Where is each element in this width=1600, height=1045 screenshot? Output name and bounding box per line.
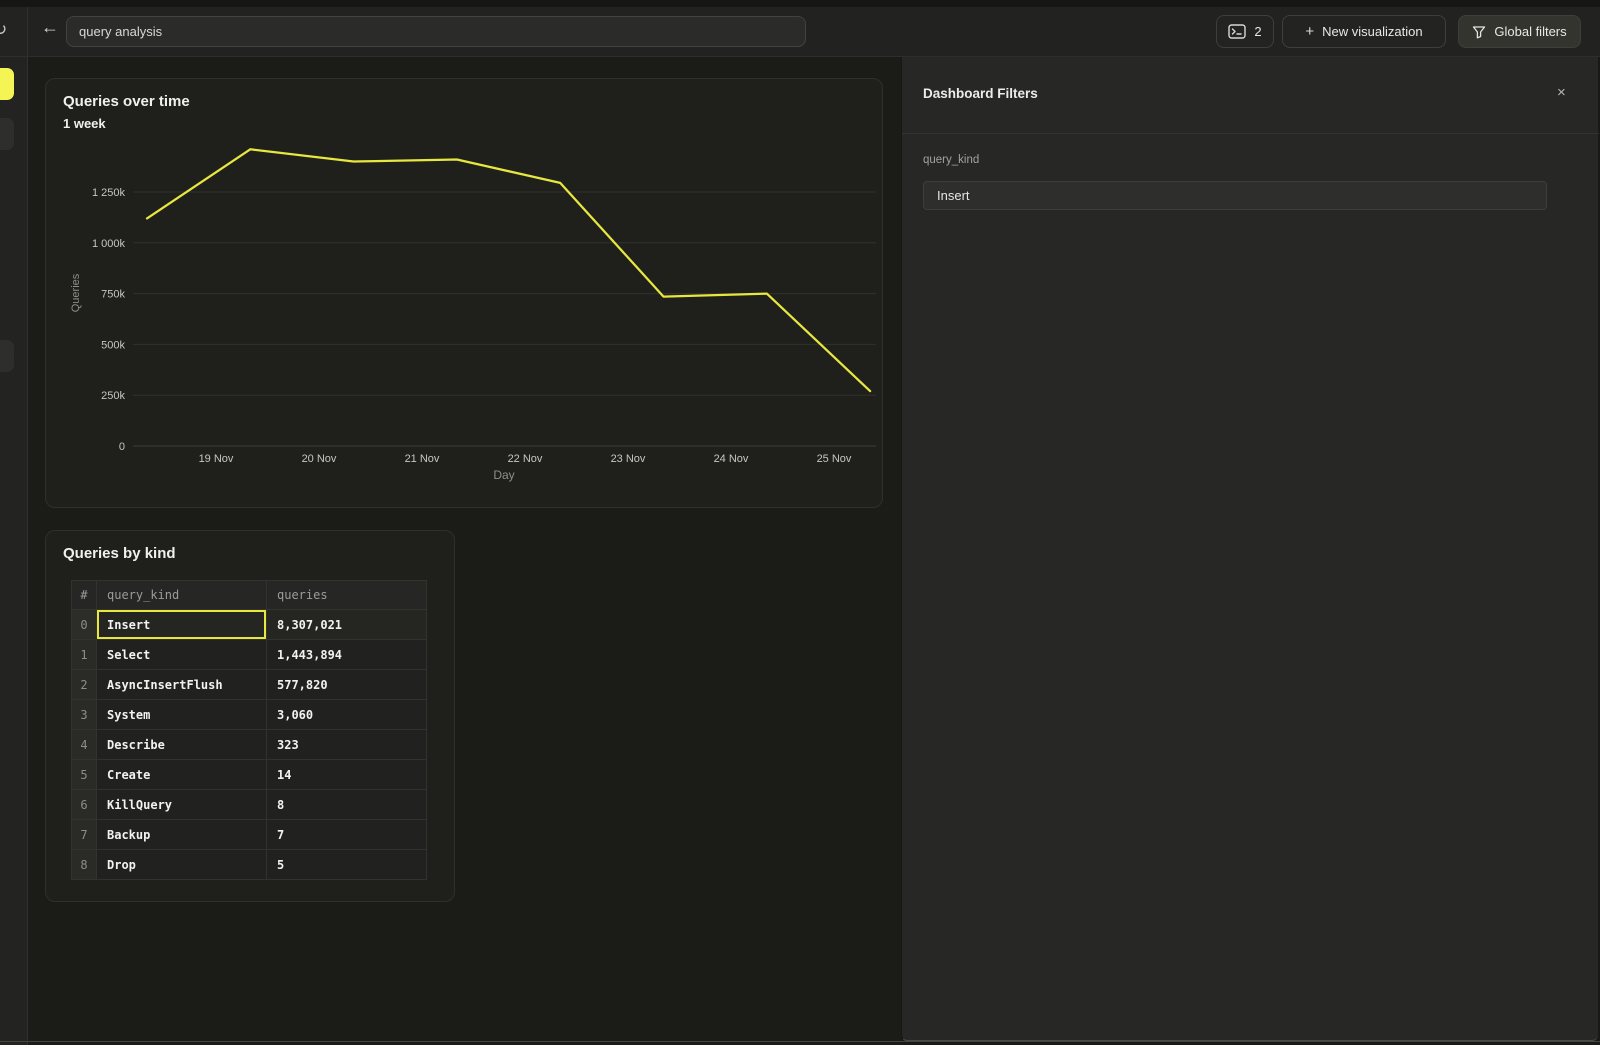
refresh-icon[interactable]: ↻ [0,20,7,40]
console-icon [1228,24,1246,39]
y-tick-label: 1 000k [92,238,126,250]
x-tick-label: 23 Nov [611,453,646,465]
queries-count-cell[interactable]: 3,060 [267,700,427,730]
table-header: # query_kind queries [72,581,427,610]
console-count: 2 [1254,24,1261,39]
query-kind-cell[interactable]: Insert [97,610,267,640]
y-tick-label: 1 250k [92,187,126,199]
queries-count-cell[interactable]: 7 [267,820,427,850]
row-index: 2 [72,670,97,700]
row-index: 8 [72,850,97,880]
sidebar-item[interactable] [0,118,14,150]
table-row[interactable]: 8Drop5 [72,850,427,880]
global-filters-label: Global filters [1494,24,1566,39]
row-index: 0 [72,610,97,640]
query-kind-cell[interactable]: KillQuery [97,790,267,820]
sidebar-item-active[interactable] [0,68,14,100]
row-index: 4 [72,730,97,760]
query-kind-cell[interactable]: AsyncInsertFlush [97,670,267,700]
col-header-queries: queries [267,581,427,610]
x-tick-label: 20 Nov [302,453,337,465]
row-index: 1 [72,640,97,670]
queries-count-cell[interactable]: 1,443,894 [267,640,427,670]
funnel-icon [1472,25,1486,39]
y-tick-label: 0 [119,441,125,453]
topbar: ← 2 + New visualization Global filters [28,7,1600,56]
queries-count-cell[interactable]: 8,307,021 [267,610,427,640]
console-count-button[interactable]: 2 [1216,15,1274,48]
y-tick-label: 750k [101,289,125,301]
table-row[interactable]: 3System3,060 [72,700,427,730]
query-kind-cell[interactable]: Describe [97,730,267,760]
query-kind-cell[interactable]: Select [97,640,267,670]
x-tick-label: 22 Nov [508,453,543,465]
query-kind-filter-input[interactable] [923,181,1547,210]
dashboard-title-input[interactable] [66,16,806,47]
queries-line-chart[interactable]: 0 250k 500k 750k 1 000k 1 250k 19 Nov 20 Nov 21 … [46,79,884,509]
queries-series-line [147,149,870,391]
back-button[interactable]: ← [41,18,59,36]
table-row[interactable]: 5Create14 [72,760,427,790]
panel-divider [902,133,1599,134]
queries-by-kind-card: Queries by kind # query_kind queries 0In… [45,530,455,902]
filter-field-label: query_kind [923,154,979,166]
x-tick-label: 19 Nov [199,453,234,465]
table-row[interactable]: 2AsyncInsertFlush577,820 [72,670,427,700]
table-title: Queries by kind [63,545,176,562]
queries-count-cell[interactable]: 577,820 [267,670,427,700]
table-row[interactable]: 0Insert8,307,021 [72,610,427,640]
plus-icon: + [1305,24,1314,39]
table-row[interactable]: 6KillQuery8 [72,790,427,820]
col-header-index: # [72,581,97,610]
x-tick-label: 25 Nov [817,453,852,465]
dashboard-canvas: Queries over time 1 week 0250k500k750k1 … [28,57,901,1045]
x-tick-label: 24 Nov [714,453,749,465]
y-axis-title: Queries [70,273,82,312]
query-kind-cell[interactable]: Backup [97,820,267,850]
x-axis-title: Day [493,468,514,482]
query-kind-cell[interactable]: Create [97,760,267,790]
left-sidebar: ↻ [0,7,28,1045]
table-row[interactable]: 1Select1,443,894 [72,640,427,670]
row-index: 3 [72,700,97,730]
x-tick-label: 21 Nov [405,453,440,465]
col-header-query-kind: query_kind [97,581,267,610]
row-index: 7 [72,820,97,850]
row-index: 6 [72,790,97,820]
y-tick-label: 250k [101,390,125,402]
dashboard-filters-panel: Dashboard Filters × query_kind [901,57,1598,1041]
query-kind-cell[interactable]: Drop [97,850,267,880]
y-tick-label: 500k [101,339,125,351]
window-bottom-edge [0,1041,1600,1042]
queries-count-cell[interactable]: 323 [267,730,427,760]
queries-count-cell[interactable]: 5 [267,850,427,880]
new-visualization-button[interactable]: + New visualization [1282,15,1446,48]
table-row[interactable]: 7Backup7 [72,820,427,850]
close-icon[interactable]: × [1557,85,1566,100]
window-top-strip [0,0,1600,7]
query-kind-cell[interactable]: System [97,700,267,730]
new-visualization-label: New visualization [1322,24,1422,39]
global-filters-button[interactable]: Global filters [1458,15,1581,48]
row-index: 5 [72,760,97,790]
queries-count-cell[interactable]: 14 [267,760,427,790]
queries-over-time-card: Queries over time 1 week 0250k500k750k1 … [45,78,883,508]
filters-panel-title: Dashboard Filters [923,86,1038,101]
sidebar-item[interactable] [0,340,14,372]
queries-by-kind-table: # query_kind queries 0Insert8,307,0211Se… [71,580,427,880]
queries-count-cell[interactable]: 8 [267,790,427,820]
table-row[interactable]: 4Describe323 [72,730,427,760]
